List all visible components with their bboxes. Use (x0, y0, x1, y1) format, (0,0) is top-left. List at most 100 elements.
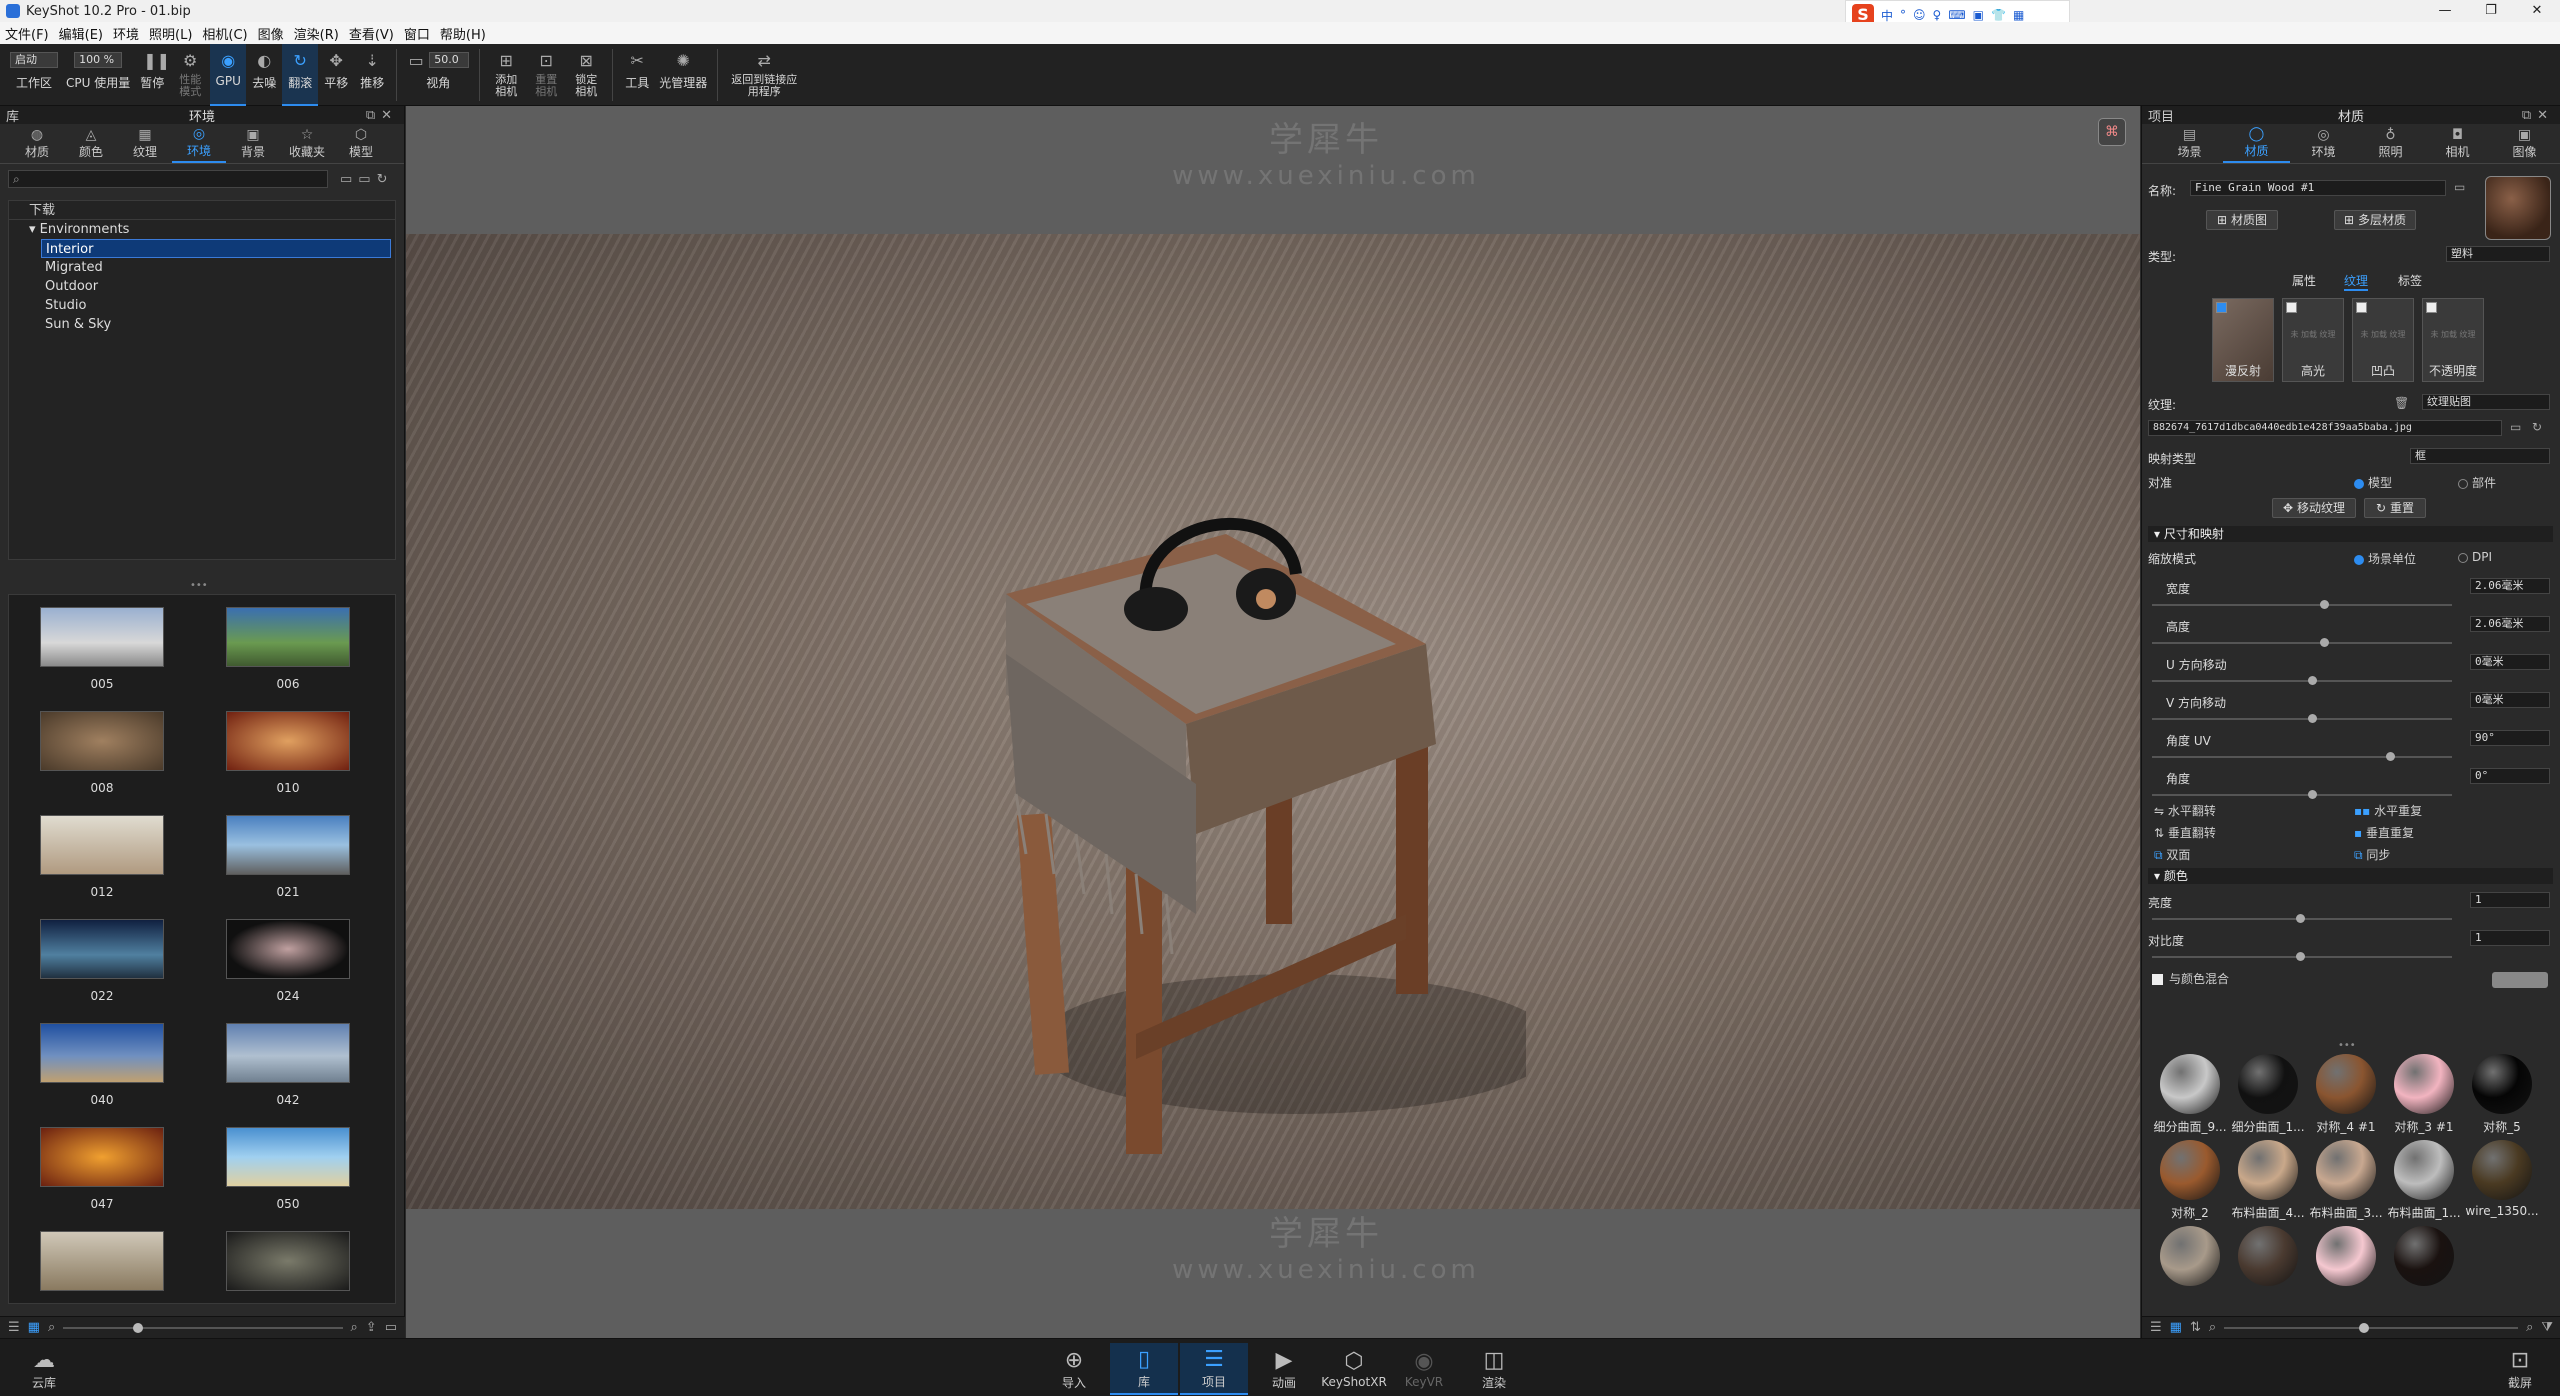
menu-file[interactable]: 文件(F) (0, 24, 54, 43)
move-texture-button[interactable]: ✥ 移动纹理 (2272, 498, 2356, 518)
zoom-in-icon[interactable]: ⌕ (351, 1320, 358, 1335)
screenshot-button[interactable]: ⊡ 截屏 (2486, 1343, 2554, 1395)
material-item[interactable]: 对称_4 #1 (2308, 1054, 2384, 1140)
brightness-slider[interactable] (2152, 914, 2452, 923)
maximize-button[interactable]: ❐ (2468, 0, 2514, 22)
align-option-part[interactable]: 部件 (2458, 474, 2496, 491)
menu-image[interactable]: 图像 (253, 24, 289, 43)
tab-image[interactable]: ▣ 图像 (2491, 124, 2558, 163)
texture-slot-bump[interactable]: 未 加载 纹理 凹凸 (2352, 298, 2414, 382)
light-manager-button[interactable]: ✺ 光管理器 (655, 44, 711, 106)
zoom-in-icon[interactable]: ⌕ (2526, 1320, 2533, 1335)
tree-item-migrated[interactable]: Migrated (9, 258, 395, 277)
ime-item[interactable]: ° (1900, 8, 1906, 22)
material-ball[interactable] (2160, 1140, 2220, 1200)
multi-material-button[interactable]: ⊞ 多层材质 (2334, 210, 2416, 230)
material-item[interactable]: 布料曲面_3... (2308, 1140, 2384, 1226)
material-ball[interactable] (2316, 1140, 2376, 1200)
tab-texture[interactable]: ▦ 纹理 (118, 124, 172, 163)
repeat-vertical[interactable]: ▪ 垂直重复 (2354, 824, 2414, 841)
scale-option-scene-units[interactable]: 场景单位 (2354, 550, 2416, 567)
gpu-button[interactable]: ◉ GPU (210, 44, 247, 106)
param-field[interactable]: 2.06毫米 (2470, 616, 2550, 632)
ime-item[interactable]: 👕 (1991, 8, 2006, 22)
ime-item[interactable]: 中 (1881, 7, 1893, 24)
scale-option-dpi[interactable]: DPI (2458, 550, 2492, 564)
folder-open-icon[interactable]: ▭ (340, 172, 352, 187)
workspace-button[interactable]: 启动 工作区 (0, 44, 62, 106)
library-button[interactable]: ▯ 库 (1110, 1343, 1178, 1395)
thumbnail[interactable]: 008 (9, 711, 195, 815)
material-item[interactable] (2152, 1226, 2228, 1312)
flip-horizontal[interactable]: ⇋ 水平翻转 (2154, 802, 2216, 819)
contrast-field[interactable]: 1 (2470, 930, 2550, 946)
tree-item-studio[interactable]: Studio (9, 296, 395, 315)
slot-checkbox[interactable] (2216, 302, 2227, 313)
repeat-horizontal[interactable]: ▪▪ 水平重复 (2354, 802, 2422, 819)
save-material-icon[interactable]: ▭ (2454, 180, 2465, 194)
material-ball[interactable] (2160, 1054, 2220, 1114)
add-camera-button[interactable]: ⊞ 添加相机 (486, 44, 526, 106)
param-field[interactable]: 2.06毫米 (2470, 578, 2550, 594)
ime-item[interactable]: ♀ (1933, 8, 1942, 22)
material-item[interactable]: 布料曲面_1... (2386, 1140, 2462, 1226)
material-item[interactable]: 对称_3 #1 (2386, 1054, 2462, 1140)
upload-icon[interactable]: ⇪ (366, 1320, 377, 1335)
subtab-properties[interactable]: 属性 (2292, 272, 2316, 289)
folder-open-icon[interactable]: ▭ (2510, 420, 2521, 434)
material-item[interactable]: wire_1350... (2464, 1140, 2540, 1226)
material-item[interactable]: 细分曲面_1... (2230, 1054, 2306, 1140)
material-ball[interactable] (2394, 1140, 2454, 1200)
param-slider[interactable] (2152, 676, 2452, 685)
thumbnail[interactable]: 012 (9, 815, 195, 919)
refresh-icon[interactable]: ↻ (2532, 420, 2542, 434)
param-field[interactable]: 0毫米 (2470, 654, 2550, 670)
ime-item[interactable]: ☺ (1913, 8, 1926, 22)
material-item[interactable]: 布料曲面_4... (2230, 1140, 2306, 1226)
folder-icon[interactable]: ▭ (385, 1320, 397, 1335)
material-preview[interactable] (2485, 176, 2551, 240)
slider-knob[interactable] (2296, 952, 2305, 961)
fov-field[interactable]: 50.0 (429, 52, 470, 68)
render-viewport[interactable]: 学犀牛 www.xuexiniu.com 学犀牛 www.xuexiniu.co… (406, 106, 2140, 1338)
thumbnail[interactable]: 006 (195, 607, 381, 711)
material-item[interactable]: 对称_2 (2152, 1140, 2228, 1226)
name-input[interactable]: Fine Grain Wood #1 (2190, 180, 2446, 196)
ime-item[interactable]: ▦ (2013, 8, 2024, 22)
menu-edit[interactable]: 编辑(E) (54, 24, 108, 43)
cpu-usage-select[interactable]: 100 % (74, 52, 123, 68)
material-ball[interactable] (2238, 1054, 2298, 1114)
material-ball[interactable] (2394, 1226, 2454, 1286)
fov-button[interactable]: ▭ 50.0 视角 (403, 44, 473, 106)
pan-button[interactable]: ✥ 平移 (318, 44, 354, 106)
viewport-overlay-icon[interactable]: ⌘ (2098, 118, 2126, 146)
return-link-button[interactable]: ⇄ 返回到链接应用程序 (724, 44, 804, 106)
sort-icon[interactable]: ⇅ (2190, 1320, 2201, 1335)
tools-button[interactable]: ✂ 工具 (619, 44, 655, 106)
workspace-select[interactable]: 启动 (10, 52, 58, 68)
brightness-field[interactable]: 1 (2470, 892, 2550, 908)
menu-render[interactable]: 渲染(R) (289, 24, 344, 43)
thumbnail[interactable]: 022 (9, 919, 195, 1023)
material-ball[interactable] (2238, 1140, 2298, 1200)
render-image[interactable] (406, 234, 2140, 1209)
cloud-library-button[interactable]: ☁ 云库 (10, 1343, 78, 1395)
filter-icon[interactable]: ⧩ (2541, 1320, 2553, 1335)
tab-color[interactable]: ◬ 颜色 (64, 124, 118, 163)
subtab-texture[interactable]: 纹理 (2344, 272, 2369, 291)
slider-knob[interactable] (133, 1322, 144, 1333)
tab-scene[interactable]: ▤ 场景 (2156, 124, 2223, 163)
thumbnail[interactable] (9, 1231, 195, 1303)
menu-window[interactable]: 窗口 (399, 24, 435, 43)
material-ball[interactable] (2394, 1054, 2454, 1114)
texture-file-field[interactable]: 882674_7617d1dbca0440edb1e428f39aa5baba.… (2148, 420, 2502, 436)
thumbnail[interactable]: 050 (195, 1127, 381, 1231)
material-graph-button[interactable]: ⊞ 材质图 (2206, 210, 2278, 230)
material-item[interactable]: 细分曲面_9... (2152, 1054, 2228, 1140)
thumbnail[interactable] (195, 1231, 381, 1303)
thumbnail[interactable]: 010 (195, 711, 381, 815)
slider-knob[interactable] (2308, 714, 2317, 723)
material-ball[interactable] (2160, 1226, 2220, 1286)
slider-knob[interactable] (2308, 790, 2317, 799)
minimize-button[interactable]: — (2422, 0, 2468, 22)
